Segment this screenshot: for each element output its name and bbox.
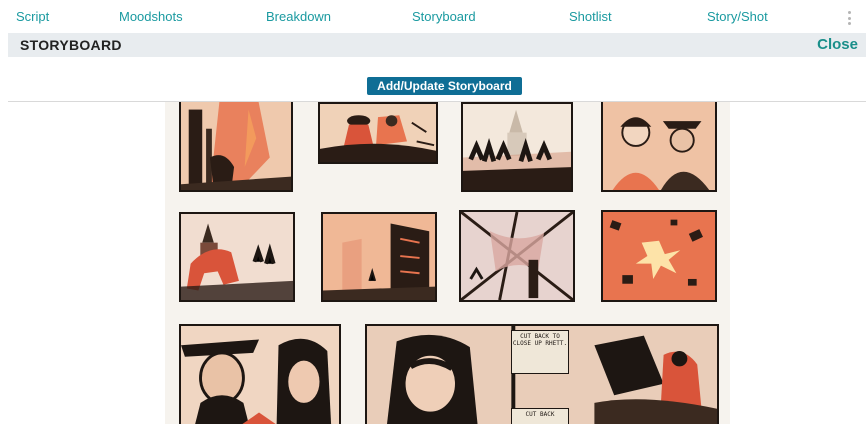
tab-shotlist[interactable]: Shotlist — [569, 9, 612, 24]
storyboard-panel-3 — [461, 102, 573, 192]
tab-story-shot[interactable]: Story/Shot — [707, 9, 768, 24]
add-update-storyboard-button[interactable]: Add/Update Storyboard — [367, 77, 522, 95]
storyboard-panel-4 — [601, 102, 717, 192]
storyboard-panel-1 — [179, 102, 293, 192]
storyboard-panel-7 — [459, 210, 575, 302]
storyboard-panel-5 — [179, 212, 295, 302]
storyboard-panel-8 — [601, 210, 717, 302]
storyboard-note-2: CUT BACK — [511, 408, 569, 424]
page-title: STORYBOARD — [20, 37, 122, 53]
close-button[interactable]: Close — [817, 36, 858, 53]
tab-storyboard[interactable]: Storyboard — [412, 9, 476, 24]
storyboard-panel-2 — [318, 102, 438, 164]
tab-script[interactable]: Script — [16, 9, 49, 24]
tab-moodshots[interactable]: Moodshots — [119, 9, 183, 24]
storyboard-note-1: CUT BACK TO CLOSE UP RHETT. — [511, 330, 569, 374]
section-header: STORYBOARD Close — [8, 33, 866, 57]
vertical-ellipsis-icon[interactable] — [848, 11, 852, 25]
storyboard-image: CUT BACK TO CLOSE UP RHETT. CUT BACK — [165, 102, 730, 424]
tab-breakdown[interactable]: Breakdown — [266, 9, 331, 24]
storyboard-panel-6 — [321, 212, 437, 302]
storyboard-panel-9 — [179, 324, 341, 424]
top-nav: Script Moodshots Breakdown Storyboard Sh… — [0, 0, 866, 32]
